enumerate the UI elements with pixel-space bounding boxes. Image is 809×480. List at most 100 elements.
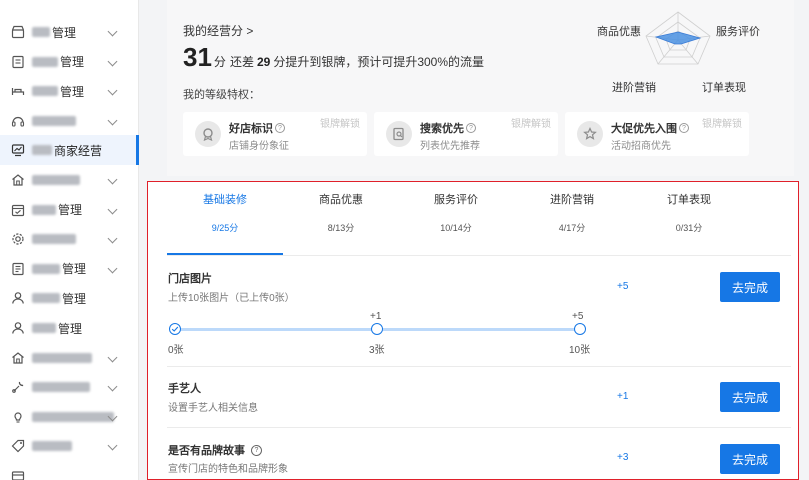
sidebar: 管理 管理 管理 商家经营 管理 管理 管理 管理	[0, 0, 139, 480]
sidebar-item-label	[32, 175, 82, 185]
bed-icon	[11, 84, 25, 98]
redacted-text	[32, 382, 90, 393]
store-icon	[11, 25, 25, 39]
sidebar-item-8[interactable]: 管理	[0, 254, 139, 284]
tab-order-performance[interactable]: 订单表现 0/31分	[631, 192, 747, 234]
check-icon	[171, 326, 179, 332]
sidebar-item-text: 管理	[60, 55, 85, 70]
bulb-icon	[11, 410, 25, 424]
sidebar-item-14[interactable]	[0, 431, 139, 461]
sidebar-item-label: 管理	[32, 201, 82, 218]
task-desc: 设置手艺人相关信息	[168, 403, 258, 414]
my-score-link[interactable]: 我的经营分 >	[183, 22, 253, 39]
chevron-down-icon[interactable]	[107, 26, 118, 37]
sidebar-item-1[interactable]: 管理	[0, 47, 139, 77]
tab-label: 进阶营销	[550, 194, 594, 206]
redacted-text	[32, 175, 80, 185]
chevron-down-icon[interactable]	[107, 352, 118, 363]
row-divider	[167, 366, 791, 367]
tab-advanced-marketing[interactable]: 进阶营销 4/17分	[514, 192, 630, 234]
privilege-card-good-store[interactable]: 好店标识? 店铺身份象征 银牌解锁	[183, 112, 367, 156]
wrench-icon	[11, 380, 25, 394]
chevron-down-icon[interactable]	[107, 381, 118, 392]
card-icon	[11, 469, 25, 480]
complete-button[interactable]: 去完成	[720, 444, 780, 474]
node-count: 3张	[369, 345, 385, 356]
star-icon	[577, 121, 603, 147]
help-icon[interactable]: ?	[679, 123, 689, 133]
task-title: 是否有品牌故事 ?	[168, 442, 262, 458]
chevron-down-icon[interactable]	[107, 85, 118, 96]
sidebar-item-7[interactable]	[0, 224, 139, 254]
chevron-down-icon[interactable]	[107, 115, 118, 126]
task-points: +1	[617, 391, 629, 402]
help-icon[interactable]: ?	[275, 123, 285, 133]
document-icon	[11, 55, 25, 69]
redacted-text	[32, 352, 92, 363]
sidebar-item-5[interactable]	[0, 165, 139, 195]
calendar-icon	[11, 203, 25, 217]
tab-label: 服务评价	[434, 194, 478, 206]
tab-label: 订单表现	[667, 194, 711, 206]
tab-score: 9/25分	[211, 223, 239, 233]
privilege-card-promotion-priority[interactable]: 大促优先入围? 活动招商优先 银牌解锁	[565, 112, 749, 156]
redacted-text	[32, 263, 60, 274]
privilege-desc: 活动招商优先	[611, 141, 671, 152]
chevron-down-icon[interactable]	[107, 263, 118, 274]
sidebar-item-label: 管理	[32, 53, 84, 70]
node-points: +5	[572, 311, 584, 322]
node-count: 10张	[569, 345, 591, 356]
chevron-down-icon[interactable]	[107, 440, 118, 451]
sidebar-item-label	[32, 115, 78, 126]
help-icon[interactable]: ?	[251, 444, 262, 456]
score-text-b: 分提升到银牌，预计可提升300%的流量	[273, 55, 485, 69]
sidebar-item-text: 管理	[60, 84, 85, 99]
tag-icon	[11, 439, 25, 453]
sidebar-item-text: 管理	[58, 203, 83, 218]
sidebar-item-2[interactable]: 管理	[0, 76, 139, 106]
privilege-lock: 银牌解锁	[320, 119, 360, 130]
radar-label-service-rating: 服务评价	[716, 26, 760, 38]
task-title-text: 是否有品牌故事	[168, 445, 245, 457]
sidebar-item-11[interactable]	[0, 343, 139, 373]
complete-button[interactable]: 去完成	[720, 272, 780, 302]
sidebar-item-label	[32, 352, 94, 363]
sidebar-item-10[interactable]: 管理	[0, 313, 139, 343]
gear-icon	[11, 232, 25, 246]
redacted-text	[32, 411, 114, 422]
chevron-down-icon[interactable]	[107, 233, 118, 244]
sidebar-item-label	[32, 411, 116, 422]
sidebar-item-13[interactable]	[0, 402, 139, 432]
privilege-desc: 列表优先推荐	[420, 141, 480, 152]
chevron-down-icon[interactable]	[107, 56, 118, 67]
sidebar-item-label	[32, 382, 92, 393]
node-count: 0张	[168, 345, 184, 356]
sidebar-item-15[interactable]	[0, 461, 139, 480]
privilege-card-search-priority[interactable]: 搜索优先? 列表优先推荐 银牌解锁	[374, 112, 558, 156]
score-gap: 29	[256, 55, 271, 69]
sidebar-item-label: 商家经营	[32, 142, 102, 159]
score-text-a: 还差	[229, 55, 254, 69]
tab-product-discount[interactable]: 商品优惠 8/13分	[283, 192, 399, 234]
score-value: 31	[183, 42, 212, 72]
chevron-down-icon[interactable]	[107, 204, 118, 215]
sidebar-item-12[interactable]	[0, 372, 139, 402]
sidebar-item-0[interactable]: 管理	[0, 17, 139, 47]
redacted-text	[32, 56, 58, 67]
privilege-name: 大促优先入围?	[611, 120, 689, 136]
score-unit: 分	[213, 55, 226, 69]
privilege-desc: 店铺身份象征	[229, 141, 289, 152]
complete-button[interactable]: 去完成	[720, 382, 780, 412]
sidebar-item-4[interactable]: 商家经营	[0, 135, 139, 166]
sidebar-item-3[interactable]	[0, 106, 139, 136]
sidebar-item-9[interactable]: 管理	[0, 283, 139, 313]
chevron-down-icon[interactable]	[107, 174, 118, 185]
task-desc: 上传10张图片（已上传0张）	[168, 293, 295, 304]
radar-label-order-performance: 订单表现	[702, 82, 746, 94]
radar-label-product-discount: 商品优惠	[597, 26, 641, 38]
sidebar-item-6[interactable]: 管理	[0, 195, 139, 225]
sidebar-item-label	[32, 234, 78, 245]
help-icon[interactable]: ?	[466, 123, 476, 133]
tab-service-rating[interactable]: 服务评价 10/14分	[398, 192, 514, 234]
tab-basic-decoration[interactable]: 基础装修 9/25分	[167, 192, 283, 234]
